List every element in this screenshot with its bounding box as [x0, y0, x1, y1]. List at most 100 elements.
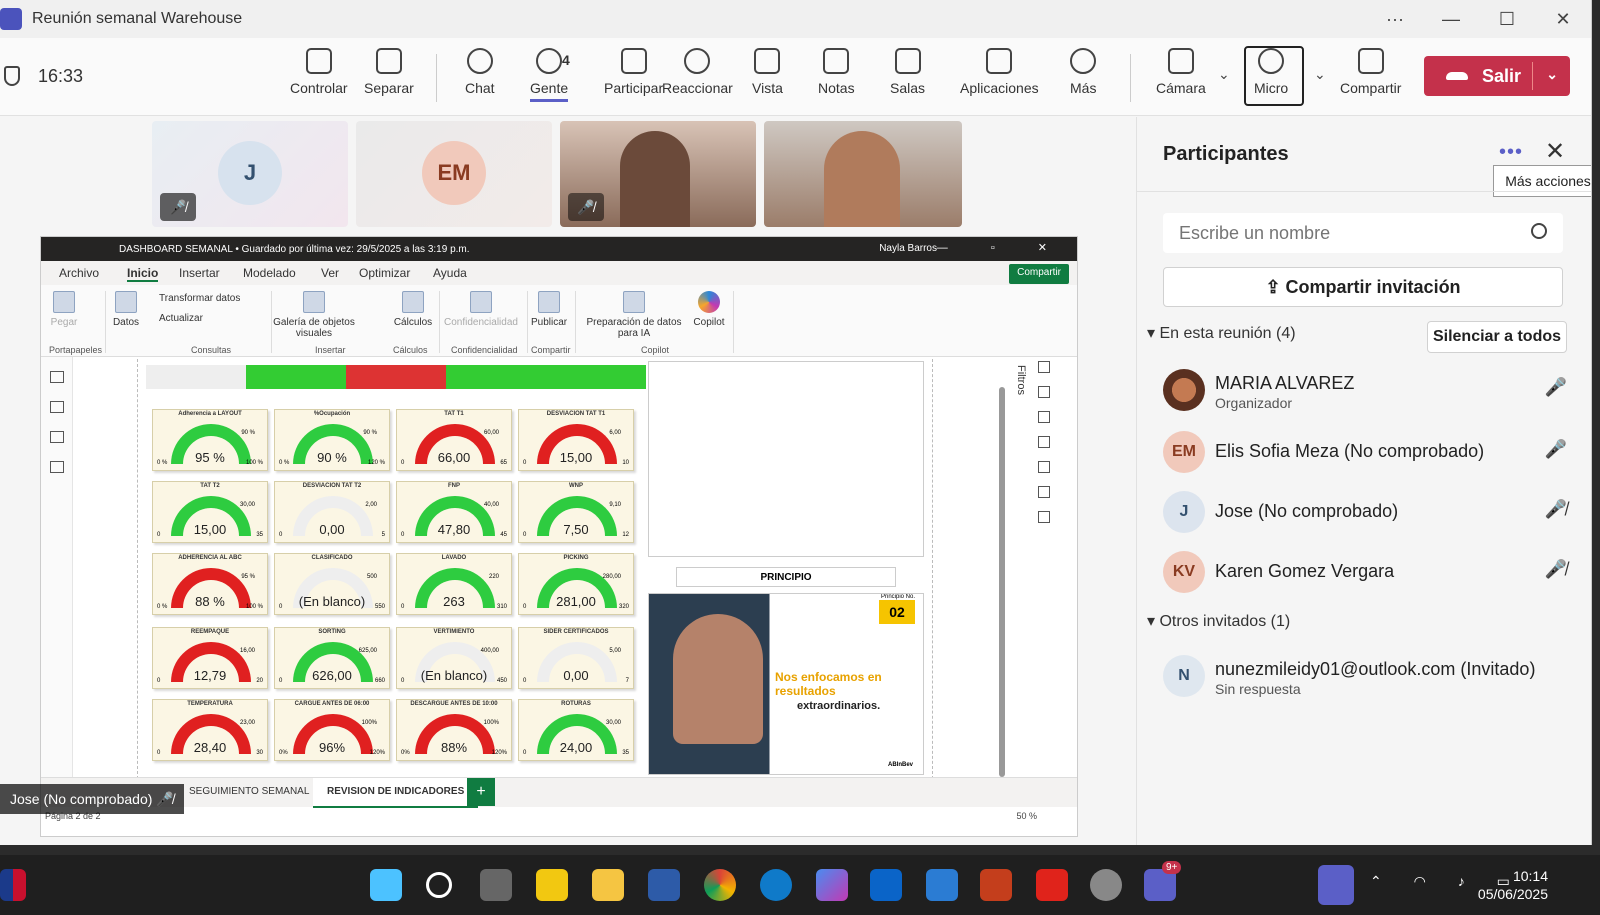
- table-view-icon[interactable]: [49, 401, 64, 413]
- kpi-gauge[interactable]: TAT T2 15,00 0 35 30,00: [152, 481, 268, 543]
- menu-optimizar[interactable]: Optimizar: [359, 266, 410, 280]
- kpi-gauge[interactable]: LAVADO 263 0 310 220: [396, 553, 512, 615]
- menu-ver[interactable]: Ver: [321, 266, 339, 280]
- start-icon[interactable]: [370, 869, 402, 901]
- data-button[interactable]: Datos: [111, 291, 141, 328]
- add-page-button[interactable]: +: [467, 778, 495, 806]
- kpi-gauge[interactable]: ADHERENCIA AL ABC 88 % 0 % 100 % 95 %: [152, 553, 268, 615]
- transform-data-button[interactable]: Transformar datos: [159, 293, 240, 304]
- in-meeting-section[interactable]: ▾ En esta reunión (4): [1147, 323, 1296, 343]
- dax-view-icon[interactable]: [49, 461, 64, 473]
- tab-seguimiento[interactable]: SEGUIMIENTO SEMANAL: [189, 786, 309, 797]
- file-explorer-icon[interactable]: [592, 869, 624, 901]
- filters-pane-toggle[interactable]: Filtros: [1009, 365, 1027, 395]
- acrobat-icon[interactable]: [1036, 869, 1068, 901]
- kpi-gauge[interactable]: ROTURAS 24,00 0 35 30,00: [518, 699, 634, 761]
- task-view-icon[interactable]: [480, 869, 512, 901]
- leave-button[interactable]: Salir ⌄: [1424, 56, 1570, 96]
- video-tile-participant[interactable]: 🎤̸: [560, 121, 756, 227]
- menu-insertar[interactable]: Insertar: [179, 266, 220, 280]
- apps-button[interactable]: Aplicaciones: [960, 48, 1039, 96]
- mic-options-chevron-icon[interactable]: ⌄: [1314, 66, 1326, 83]
- kpi-gauge[interactable]: %Ocupación 90 % 0 % 120 % 90 %: [274, 409, 390, 471]
- participant-row[interactable]: J Jose (No comprobado) 🎤̸: [1163, 487, 1583, 537]
- add-pane-icon[interactable]: [1038, 511, 1050, 523]
- close-panel-icon[interactable]: ✕: [1545, 137, 1565, 166]
- guest-row[interactable]: N nunezmileidy01@outlook.com (Invitado) …: [1163, 651, 1583, 701]
- model-view-icon[interactable]: [49, 431, 64, 443]
- minimize-button[interactable]: —: [1423, 9, 1479, 30]
- close-window-button[interactable]: ✕: [1535, 9, 1591, 30]
- powerbi-icon[interactable]: [536, 869, 568, 901]
- publish-button[interactable]: Publicar: [531, 291, 567, 328]
- search-icon[interactable]: [426, 872, 452, 898]
- kpi-gauge[interactable]: VERTIMIENTO (En blanco) 0 450 400,00: [396, 627, 512, 689]
- video-tile-jose[interactable]: J 🎤̸: [152, 121, 348, 227]
- rooms-button[interactable]: Salas: [890, 48, 925, 96]
- pop-out-button[interactable]: Separar: [364, 48, 414, 96]
- kpi-gauge[interactable]: REEMPAQUE 12,79 0 20 16,00: [152, 627, 268, 689]
- chat-button[interactable]: Chat: [465, 48, 495, 96]
- zoom-level[interactable]: 50 %: [1016, 811, 1037, 821]
- outlook-icon[interactable]: [870, 869, 902, 901]
- leave-options-chevron-icon[interactable]: ⌄: [1546, 66, 1558, 83]
- sensitivity-button[interactable]: Confidencialidad: [443, 291, 519, 328]
- kpi-gauge[interactable]: DESVIACION TAT T1 15,00 0 10 6,00: [518, 409, 634, 471]
- tab-revision[interactable]: REVISION DE INDICADORES: [313, 778, 479, 808]
- kpi-gauge[interactable]: SORTING 626,00 0 660 625,00: [274, 627, 390, 689]
- participant-row[interactable]: KV Karen Gomez Vergara 🎤̸: [1163, 547, 1583, 597]
- react-button[interactable]: Reaccionar: [662, 48, 733, 96]
- clock[interactable]: 10:14 05/06/2025: [1478, 867, 1548, 903]
- menu-inicio[interactable]: Inicio: [127, 266, 159, 282]
- search-input[interactable]: [1179, 223, 1509, 244]
- kpi-gauge[interactable]: Adherencia a LAYOUT 95 % 0 % 100 % 90 %: [152, 409, 268, 471]
- camera-button[interactable]: Cámara: [1156, 48, 1206, 96]
- raise-hand-button[interactable]: Participar: [604, 48, 663, 96]
- copilot-button[interactable]: Copilot: [691, 291, 727, 328]
- refresh-button[interactable]: Actualizar: [159, 313, 203, 324]
- app-icon[interactable]: [926, 869, 958, 901]
- build-icon[interactable]: [1038, 411, 1050, 423]
- app-grid-icon[interactable]: [648, 869, 680, 901]
- edge-icon[interactable]: [760, 869, 792, 901]
- more-button[interactable]: Más: [1070, 48, 1096, 96]
- notes-button[interactable]: Notas: [818, 48, 855, 96]
- menu-modelado[interactable]: Modelado: [243, 266, 296, 280]
- settings-icon[interactable]: [1090, 869, 1122, 901]
- maximize-button[interactable]: ☐: [1479, 9, 1535, 30]
- powerpoint-icon[interactable]: [980, 869, 1012, 901]
- ai-prep-button[interactable]: Preparación de datos para IA: [579, 291, 689, 339]
- calculations-button[interactable]: Cálculos: [393, 291, 433, 328]
- m365-icon[interactable]: [816, 869, 848, 901]
- video-tile-elis[interactable]: EM: [356, 121, 552, 227]
- kpi-gauge[interactable]: CARGUE ANTES DE 06:00 96% 0% 120% 100%: [274, 699, 390, 761]
- more-actions-icon[interactable]: •••: [1499, 141, 1523, 164]
- visuals-gallery-button[interactable]: Galería de objetos visuales: [271, 291, 357, 339]
- take-control-button[interactable]: Controlar: [290, 48, 348, 96]
- kpi-gauge[interactable]: SIDER CERTIFICADOS 0,00 0 7 5,00: [518, 627, 634, 689]
- selection-icon[interactable]: [1038, 486, 1050, 498]
- kpi-gauge[interactable]: DESVIACION TAT T2 0,00 0 5 2,00: [274, 481, 390, 543]
- participant-row[interactable]: MARIA ALVAREZ Organizador 🎤: [1163, 365, 1583, 415]
- camera-options-chevron-icon[interactable]: ⌄: [1218, 66, 1230, 83]
- empty-visual[interactable]: [648, 361, 924, 557]
- share-button[interactable]: Compartir: [1340, 48, 1401, 96]
- format-icon[interactable]: [1038, 386, 1050, 398]
- bookmark-icon[interactable]: [1038, 461, 1050, 473]
- powerbi-share-button[interactable]: Compartir: [1009, 264, 1069, 284]
- video-tile-participant[interactable]: [764, 121, 962, 227]
- participant-search[interactable]: [1163, 213, 1563, 253]
- report-view-icon[interactable]: [49, 371, 64, 383]
- menu-archivo[interactable]: Archivo: [59, 266, 99, 280]
- participant-row[interactable]: EM Elis Sofia Meza (No comprobado) 🎤: [1163, 427, 1583, 477]
- share-invite-button[interactable]: ⇪ Compartir invitación: [1163, 267, 1563, 307]
- mic-tray-icon[interactable]: [1318, 865, 1354, 905]
- kpi-gauge[interactable]: DESCARGUE ANTES DE 10:00 88% 0% 120% 100%: [396, 699, 512, 761]
- menu-ayuda[interactable]: Ayuda: [433, 266, 467, 280]
- mute-all-button[interactable]: Silenciar a todos: [1427, 321, 1567, 353]
- kpi-gauge[interactable]: FNP 47,80 0 45 40,00: [396, 481, 512, 543]
- more-options-icon[interactable]: ···: [1367, 9, 1423, 30]
- kpi-gauge[interactable]: TAT T1 66,00 0 65 60,00: [396, 409, 512, 471]
- kpi-gauge[interactable]: PICKING 281,00 0 320 280,00: [518, 553, 634, 615]
- chrome-icon[interactable]: [704, 869, 736, 901]
